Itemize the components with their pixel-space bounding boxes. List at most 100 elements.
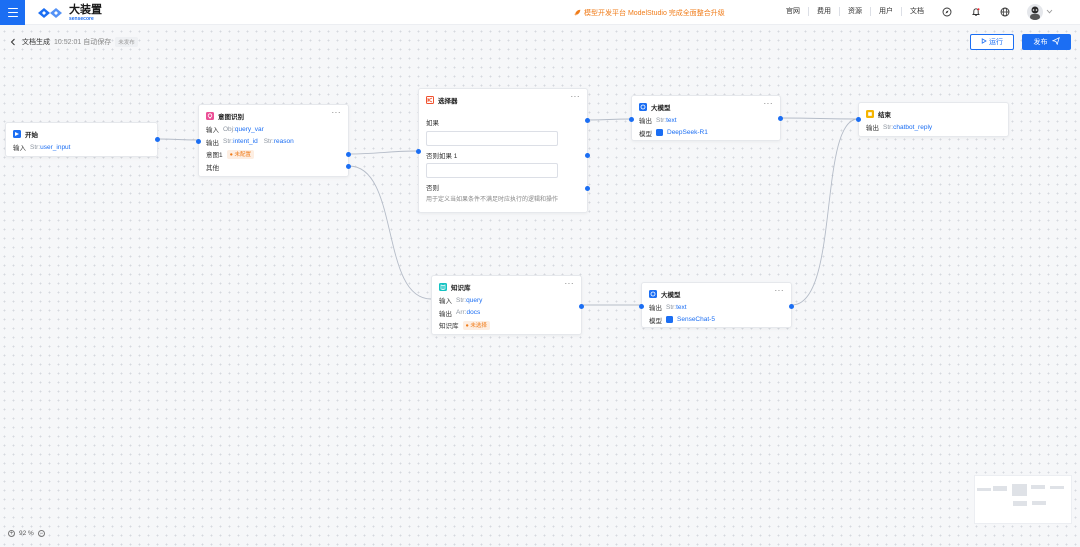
field-label: 输出 <box>206 139 219 147</box>
chevron-left-icon[interactable] <box>10 38 18 47</box>
more-icon[interactable]: ··· <box>332 108 342 117</box>
var-type: Str: <box>656 116 667 124</box>
edge-selector-llm1 <box>586 118 632 121</box>
var-name: text <box>666 116 677 124</box>
var-type: Str: <box>30 143 41 151</box>
var-name: text <box>676 303 687 311</box>
node-llm-2[interactable]: 大模型 ··· 输出 Str:text 模型 SenseChat-5 <box>639 282 794 328</box>
output-port-intent1[interactable] <box>346 152 351 157</box>
nav-link-docs[interactable]: 文档 <box>902 7 932 16</box>
node-intent-recognition[interactable]: 意图识别 ··· 输入 Obj:query_var 输出 Str:intent_… <box>196 104 351 177</box>
node-title: 大模型 <box>651 104 671 112</box>
node-title: 意图识别 <box>218 113 244 121</box>
output-port-other[interactable] <box>346 164 351 169</box>
zoom-controls: + 92 % − <box>8 530 45 537</box>
field-label: 模型 <box>649 317 662 325</box>
zoom-out-icon[interactable]: − <box>37 530 45 537</box>
publish-button-label: 发布 <box>1033 39 1048 46</box>
node-start[interactable]: 开始 输入 Str:user_input <box>5 122 160 157</box>
node-title: 结束 <box>878 111 891 119</box>
input-port[interactable] <box>639 304 644 309</box>
var-name: user_input <box>40 143 71 151</box>
node-selector[interactable]: 选择器 ··· 如果 否则如果 1 否则 用于定义当如果条件不满足时应执行的逻辑… <box>416 88 590 213</box>
chevron-down-icon[interactable] <box>1046 9 1053 16</box>
var-name: docs <box>466 309 481 317</box>
field-label: 输入 <box>13 145 26 153</box>
node-knowledge-base[interactable]: 知识库 ··· 输入 Str:query 输出 Arr:docs 知识库 ● 未… <box>431 275 584 335</box>
logo-text-cn: 大装置 <box>69 3 102 16</box>
output-port[interactable] <box>778 116 783 121</box>
field-label: 输出 <box>439 310 452 318</box>
input-port[interactable] <box>629 117 634 122</box>
nav-link-website[interactable]: 官网 <box>778 7 809 16</box>
field-label: 输入 <box>439 298 452 306</box>
compass-icon[interactable] <box>940 5 954 19</box>
output-port[interactable] <box>155 137 160 142</box>
node-title: 选择器 <box>438 97 458 105</box>
var-type: Obj: <box>223 125 235 133</box>
avatar[interactable] <box>1027 4 1043 20</box>
field-label: 输入 <box>206 127 219 135</box>
end-icon <box>866 109 874 118</box>
output-port-if[interactable] <box>585 118 590 123</box>
node-title: 开始 <box>25 131 38 139</box>
more-icon[interactable]: ··· <box>571 92 581 101</box>
output-port-else[interactable] <box>585 186 590 191</box>
unselected-tag: ● 未选择 <box>462 320 490 330</box>
bell-icon[interactable] <box>969 5 983 19</box>
minimap[interactable] <box>974 475 1072 524</box>
zoom-level: 92 % <box>19 530 34 537</box>
more-icon[interactable]: ··· <box>775 286 785 295</box>
var-type: Str: <box>666 303 677 311</box>
nav-link-billing[interactable]: 费用 <box>809 7 840 16</box>
nav-link-resources[interactable]: 资源 <box>840 7 871 16</box>
more-icon[interactable]: ··· <box>565 279 575 288</box>
intent-label: 意图1 <box>206 152 223 160</box>
elif-condition-field[interactable] <box>426 163 558 178</box>
status-badge: 未发布 <box>115 37 138 47</box>
input-port[interactable] <box>196 139 201 144</box>
field-label: 输出 <box>866 125 879 133</box>
logo[interactable]: 大装置 sensecore <box>36 4 102 22</box>
elif-label: 否则如果 1 <box>426 152 458 160</box>
model-icon <box>649 289 657 298</box>
nav-link-users[interactable]: 用户 <box>871 7 902 16</box>
field-label: 输出 <box>649 305 662 313</box>
var-name: chatbot_reply <box>893 123 933 131</box>
doc-title[interactable]: 文档生成 <box>22 37 50 47</box>
unconfigured-tag: ● 未配置 <box>226 149 254 159</box>
var-type: Str: <box>883 123 894 131</box>
model-icon <box>639 102 647 111</box>
play-icon <box>981 38 987 46</box>
more-icon[interactable]: ··· <box>764 99 774 108</box>
node-llm-1[interactable]: 大模型 ··· 输出 Str:text 模型 DeepSeek-R1 <box>629 95 783 141</box>
menu-icon[interactable] <box>0 0 25 25</box>
globe-icon[interactable] <box>998 5 1012 19</box>
logo-text-en: sensecore <box>69 15 94 22</box>
var-type: Str: <box>223 138 234 146</box>
if-condition-field[interactable] <box>426 130 558 146</box>
output-port[interactable] <box>789 304 794 309</box>
book-icon <box>439 282 447 291</box>
if-label: 如果 <box>426 120 439 128</box>
run-button[interactable]: 运行 <box>970 34 1014 50</box>
input-port[interactable] <box>856 117 861 122</box>
input-port[interactable] <box>416 149 421 154</box>
var-type: Str: <box>263 138 274 146</box>
brain-icon <box>206 111 214 120</box>
model-name: DeepSeek-R1 <box>667 129 708 137</box>
publish-button[interactable]: 发布 <box>1022 34 1071 50</box>
logo-mark-icon <box>36 6 66 20</box>
zoom-in-icon[interactable]: + <box>8 530 15 537</box>
workflow-edges <box>157 117 859 306</box>
announcement-banner[interactable]: 模型开发平台 ModelStudio 完成全面整合升级 <box>574 8 725 18</box>
else-label: 否则 <box>426 185 439 193</box>
model-name: SenseChat-5 <box>677 316 715 324</box>
node-end[interactable]: 结束 输出 Str:chatbot_reply <box>856 102 1009 137</box>
breadcrumb: 文档生成 10:52:01 自动保存 未发布 <box>10 37 138 47</box>
nav-links: 官网 费用 资源 用户 文档 <box>778 7 932 16</box>
output-port-elif[interactable] <box>585 153 590 158</box>
var-type: Str: <box>456 296 467 304</box>
output-port[interactable] <box>579 304 584 309</box>
announcement-text: 模型开发平台 ModelStudio 完成全面整合升级 <box>584 10 725 17</box>
